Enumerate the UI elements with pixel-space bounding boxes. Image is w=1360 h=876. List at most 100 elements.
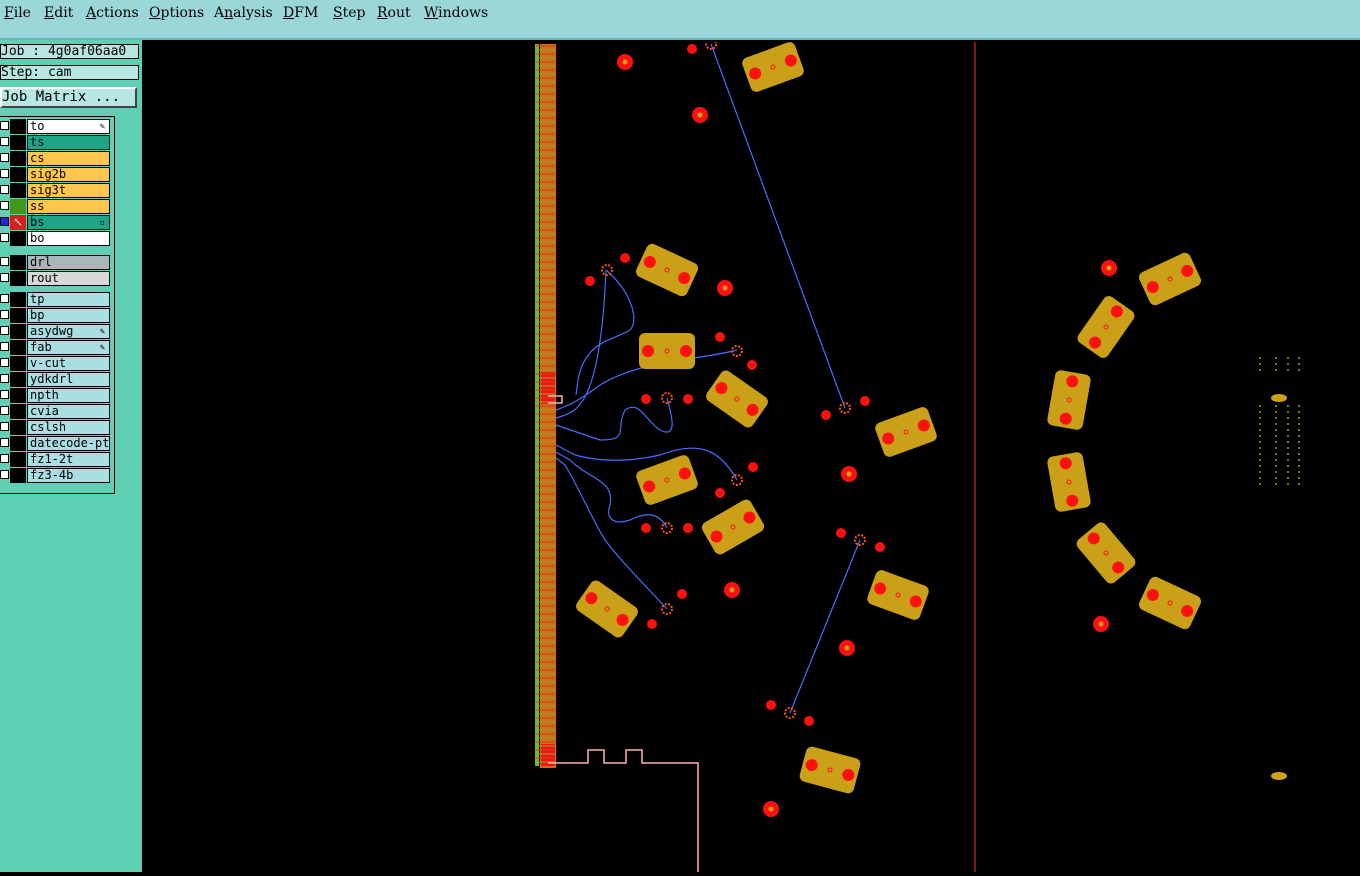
layer-name[interactable]: asydwg ✎ [27,324,110,339]
layer-checkbox[interactable] [0,454,9,463]
layer-name[interactable]: bs ▫ [27,215,110,230]
layer-name[interactable]: ydkdrl [27,372,110,387]
layer-row-cs[interactable]: cs [0,151,112,166]
layer-row-cslsh[interactable]: cslsh [0,420,112,435]
layer-row-v-cut[interactable]: v-cut [0,356,112,371]
layer-row-asydwg[interactable]: asydwg ✎ [0,324,112,339]
layer-name[interactable]: to ✎ [27,119,110,134]
layer-checkbox[interactable] [0,358,9,367]
layer-name[interactable]: fz3-4b [27,468,110,483]
layer-row-ydkdrl[interactable]: ydkdrl [0,372,112,387]
layer-row-bo[interactable]: bo [0,231,112,246]
layer-name[interactable]: cs [27,151,110,166]
layer-checkbox[interactable] [0,169,9,178]
layer-checkbox[interactable] [0,438,9,447]
layer-display-toggle[interactable] [10,199,26,214]
layer-display-toggle[interactable] [10,292,26,307]
menu-dfm[interactable]: DFM [283,5,318,21]
layer-name[interactable]: sig2b [27,167,110,182]
layer-row-fz3-4b[interactable]: fz3-4b [0,468,112,483]
layer-checkbox[interactable] [0,470,9,479]
menu-actions[interactable]: Actions [86,5,139,21]
layer-name[interactable]: ts [27,135,110,150]
layer-name[interactable]: cvia [27,404,110,419]
layer-name[interactable]: tp [27,292,110,307]
layer-checkbox[interactable] [0,342,9,351]
layer-display-toggle[interactable] [10,135,26,150]
layer-display-toggle[interactable] [10,271,26,286]
layer-name[interactable]: sig3t [27,183,110,198]
layer-display-toggle[interactable] [10,231,26,246]
layer-name[interactable]: ss [27,199,110,214]
layer-checkbox[interactable] [0,390,9,399]
layer-checkbox[interactable] [0,201,9,210]
layer-checkbox[interactable] [0,273,9,282]
layer-checkbox[interactable] [0,326,9,335]
layer-checkbox[interactable] [0,310,9,319]
layer-name[interactable]: bp [27,308,110,323]
menu-edit[interactable]: Edit [44,5,73,21]
layer-row-fab[interactable]: fab ✎ [0,340,112,355]
layer-row-cvia[interactable]: cvia [0,404,112,419]
menu-windows[interactable]: Windows [424,5,488,21]
layer-row-bp[interactable]: bp [0,308,112,323]
layer-display-toggle[interactable] [10,167,26,182]
layer-row-datecode-pt[interactable]: datecode-pt [0,436,112,451]
layer-display-toggle[interactable] [10,151,26,166]
layer-row-fz1-2t[interactable]: fz1-2t [0,452,112,467]
layer-display-toggle[interactable] [10,388,26,403]
layer-row-to[interactable]: to ✎ [0,119,112,134]
layer-display-toggle[interactable] [10,436,26,451]
layer-checkbox[interactable] [0,374,9,383]
layer-display-toggle[interactable] [10,255,26,270]
layer-name[interactable]: bo [27,231,110,246]
layer-checkbox[interactable] [0,257,9,266]
layer-checkbox[interactable] [0,137,9,146]
layer-name[interactable]: fab ✎ [27,340,110,355]
layer-name[interactable]: v-cut [27,356,110,371]
layer-row-sig3t[interactable]: sig3t [0,183,112,198]
layer-display-toggle[interactable] [10,468,26,483]
layer-checkbox[interactable] [0,406,9,415]
layer-checkbox[interactable] [0,185,9,194]
layer-row-rout[interactable]: rout [0,271,112,286]
layer-display-toggle[interactable] [10,340,26,355]
menu-analysis[interactable]: Analysis [214,5,273,21]
layer-display-toggle[interactable] [10,372,26,387]
menu-step[interactable]: Step [333,5,365,21]
layer-display-toggle[interactable] [10,420,26,435]
layer-display-toggle[interactable] [10,404,26,419]
layer-name[interactable]: npth [27,388,110,403]
layer-row-sig2b[interactable]: sig2b [0,167,112,182]
layer-checkbox[interactable] [0,153,9,162]
layer-row-ss[interactable]: ss [0,199,112,214]
layer-checkbox[interactable] [0,233,9,242]
layer-display-toggle[interactable] [10,308,26,323]
layer-display-toggle[interactable] [10,324,26,339]
layer-name[interactable]: rout [27,271,110,286]
layer-name[interactable]: fz1-2t [27,452,110,467]
layer-display-toggle[interactable] [10,119,26,134]
layer-checkbox[interactable] [0,217,9,226]
menu-file[interactable]: File [4,5,31,21]
layer-row-drl[interactable]: drl [0,255,112,270]
layer-display-toggle[interactable] [10,452,26,467]
layer-display-toggle[interactable] [10,356,26,371]
board-view[interactable] [143,38,1360,872]
layer-name[interactable]: drl [27,255,110,270]
layer-checkbox[interactable] [0,422,9,431]
layer-display-toggle[interactable] [10,183,26,198]
graphic-canvas[interactable] [143,38,1360,872]
layer-row-tp[interactable]: tp [0,292,112,307]
layer-checkbox[interactable] [0,294,9,303]
menu-rout[interactable]: Rout [377,5,411,21]
layer-row-bs[interactable]: ↖ bs ▫ [0,215,112,230]
menu-options[interactable]: Options [149,5,204,21]
layer-checkbox[interactable] [0,121,9,130]
layer-row-ts[interactable]: ts [0,135,112,150]
job-matrix-button[interactable]: Job Matrix ... [0,87,137,108]
layer-display-toggle[interactable]: ↖ [10,215,26,230]
layer-row-npth[interactable]: npth [0,388,112,403]
layer-name[interactable]: datecode-pt [27,436,110,451]
layer-name[interactable]: cslsh [27,420,110,435]
